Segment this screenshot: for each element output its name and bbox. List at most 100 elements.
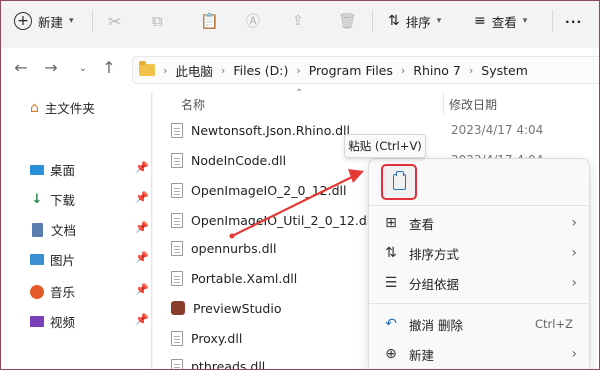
plus-icon: + bbox=[14, 12, 32, 30]
breadcrumb-program-files[interactable]: Program Files bbox=[309, 63, 393, 78]
column-divider[interactable] bbox=[443, 92, 444, 114]
chevron-down-icon: ▾ bbox=[69, 16, 74, 26]
file-row[interactable]: OpenImageIO_2_0_12.dll bbox=[171, 179, 346, 201]
view-icon: ≡ bbox=[474, 13, 486, 29]
view-button-label: 查看 bbox=[491, 14, 517, 30]
toolbar-divider bbox=[372, 10, 373, 32]
breadcrumb-rhino[interactable]: Rhino 7 bbox=[413, 63, 461, 78]
chevron-right-icon: › bbox=[571, 245, 577, 261]
share-icon[interactable]: ⇪ bbox=[292, 0, 304, 42]
up-icon[interactable]: ↑ bbox=[98, 58, 120, 77]
file-icon bbox=[171, 152, 183, 168]
video-icon bbox=[30, 316, 44, 327]
sidebar-item-pictures[interactable]: 图片 bbox=[30, 250, 75, 269]
menu-item-label: 撤消 删除 bbox=[409, 317, 463, 333]
file-row[interactable]: pthreads.dll bbox=[171, 355, 265, 370]
sidebar-item-label: 音乐 bbox=[50, 285, 76, 300]
sidebar-item-label: 视频 bbox=[50, 315, 76, 330]
breadcrumb-system[interactable]: System bbox=[481, 63, 528, 78]
forward-icon[interactable]: → bbox=[40, 58, 62, 77]
pin-icon[interactable]: 📌 bbox=[135, 161, 149, 174]
menu-item-label: 新建 bbox=[409, 347, 435, 363]
clipboard-icon bbox=[392, 171, 406, 190]
chevron-right-icon: › bbox=[163, 63, 168, 77]
chevron-right-icon: › bbox=[400, 63, 406, 77]
menu-item-group-by[interactable]: ☰ 分组依据 › bbox=[369, 268, 589, 298]
file-icon bbox=[171, 182, 183, 198]
menu-item-new[interactable]: ⊕ 新建 › bbox=[369, 339, 589, 369]
file-icon bbox=[171, 122, 183, 138]
column-header-date[interactable]: 修改日期 bbox=[449, 96, 497, 113]
file-name: opennurbs.dll bbox=[191, 240, 277, 256]
sort-indicator-icon: ⌃ bbox=[295, 88, 304, 99]
delete-icon[interactable]: 🗑 bbox=[338, 0, 357, 42]
sidebar-item-videos[interactable]: 视频 bbox=[30, 312, 75, 331]
pin-icon[interactable]: 📌 bbox=[135, 251, 149, 264]
pin-icon[interactable]: 📌 bbox=[135, 283, 149, 296]
folder-icon bbox=[139, 61, 155, 76]
menu-item-shortcut: Ctrl+Z bbox=[535, 317, 573, 331]
group-list-icon: ☰ bbox=[384, 275, 398, 291]
sort-button[interactable]: ⇅ 排序 ▾ bbox=[388, 0, 441, 42]
file-row[interactable]: PreviewStudio bbox=[171, 297, 281, 319]
menu-item-view[interactable]: ⊞ 查看 › bbox=[369, 208, 589, 238]
menu-divider bbox=[369, 303, 589, 304]
chevron-right-icon: › bbox=[220, 63, 226, 77]
document-icon bbox=[32, 222, 43, 237]
paste-button[interactable] bbox=[381, 164, 417, 200]
file-row[interactable]: Portable.Xaml.dll bbox=[171, 267, 297, 289]
paste-icon[interactable]: 📋 bbox=[200, 0, 219, 42]
cut-icon[interactable]: ✂ bbox=[108, 0, 121, 42]
breadcrumb-this-pc[interactable]: 此电脑 bbox=[175, 61, 213, 80]
file-row[interactable]: OpenImageIO_Util_2_0_12.dll bbox=[171, 209, 374, 231]
navigation-bar: ← → ⌄ ↑ › 此电脑 › Files (D:) › Program Fil… bbox=[0, 48, 600, 92]
recent-dropdown-icon[interactable]: ⌄ bbox=[72, 63, 94, 74]
menu-item-label: 分组依据 bbox=[409, 276, 460, 292]
address-bar[interactable]: › 此电脑 › Files (D:) › Program Files › Rhi… bbox=[132, 56, 600, 84]
view-button[interactable]: ≡ 查看 ▾ bbox=[474, 0, 527, 42]
sidebar-item-label: 文档 bbox=[51, 223, 77, 238]
menu-item-label: 查看 bbox=[409, 216, 435, 232]
menu-item-sort-by[interactable]: ⇅ 排序方式 › bbox=[369, 238, 589, 268]
sidebar-item-downloads[interactable]: ↓ 下载 bbox=[30, 190, 75, 209]
rename-icon[interactable]: Ⓐ bbox=[246, 0, 260, 42]
file-icon bbox=[171, 240, 183, 256]
desktop-icon bbox=[30, 164, 44, 175]
file-row[interactable]: Proxy.dll bbox=[171, 327, 242, 349]
file-name: Newtonsoft.Json.Rhino.dll bbox=[191, 122, 350, 138]
file-icon bbox=[171, 270, 183, 286]
sort-icon: ⇅ bbox=[385, 245, 397, 261]
file-row[interactable]: NodeInCode.dll bbox=[171, 149, 286, 171]
navigation-pane: ⌂ 主文件夹 桌面 📌 ↓ 下载 📌 文档 📌 图片 📌 音乐 📌 视频 📌 bbox=[0, 92, 152, 370]
new-button-label: 新建 bbox=[38, 14, 64, 30]
back-icon[interactable]: ← bbox=[10, 58, 32, 77]
command-toolbar: + 新建 ▾ ✂ ⧉ 📋 Ⓐ ⇪ 🗑 ⇅ 排序 ▾ ≡ 查看 ▾ ··· bbox=[0, 0, 600, 42]
file-row[interactable]: opennurbs.dll bbox=[171, 237, 276, 259]
menu-item-undo-delete[interactable]: ↶ 撤消 删除 Ctrl+Z bbox=[369, 309, 589, 339]
sidebar-item-home[interactable]: ⌂ 主文件夹 bbox=[30, 98, 95, 117]
sidebar-item-documents[interactable]: 文档 bbox=[30, 220, 76, 239]
file-row[interactable]: Newtonsoft.Json.Rhino.dll bbox=[171, 119, 350, 141]
new-button[interactable]: + 新建 ▾ bbox=[14, 0, 74, 42]
pin-icon[interactable]: 📌 bbox=[135, 191, 149, 204]
sidebar-item-desktop[interactable]: 桌面 bbox=[30, 160, 75, 179]
copy-icon[interactable]: ⧉ bbox=[152, 0, 163, 42]
pin-icon[interactable]: 📌 bbox=[135, 313, 149, 326]
sidebar-item-music[interactable]: 音乐 bbox=[30, 282, 75, 301]
file-date: 2023/4/17 4:04 bbox=[451, 123, 544, 137]
context-menu: ⊞ 查看 › ⇅ 排序方式 › ☰ 分组依据 › ↶ 撤消 删除 Ctrl+Z … bbox=[368, 158, 590, 370]
column-header-name[interactable]: 名称 bbox=[181, 96, 205, 113]
pin-icon[interactable]: 📌 bbox=[135, 221, 149, 234]
file-name: pthreads.dll bbox=[191, 358, 266, 370]
breadcrumb-drive[interactable]: Files (D:) bbox=[233, 63, 288, 78]
sidebar-item-label: 图片 bbox=[50, 253, 76, 268]
toolbar-divider bbox=[552, 10, 553, 32]
more-options-button[interactable]: ··· bbox=[565, 0, 582, 42]
picture-icon bbox=[30, 254, 44, 265]
file-name: Proxy.dll bbox=[191, 330, 243, 346]
menu-item-label: 排序方式 bbox=[409, 246, 460, 262]
home-icon: ⌂ bbox=[30, 99, 39, 116]
application-icon bbox=[171, 301, 185, 315]
sidebar-item-label: 下载 bbox=[50, 193, 76, 208]
menu-divider bbox=[369, 205, 589, 206]
